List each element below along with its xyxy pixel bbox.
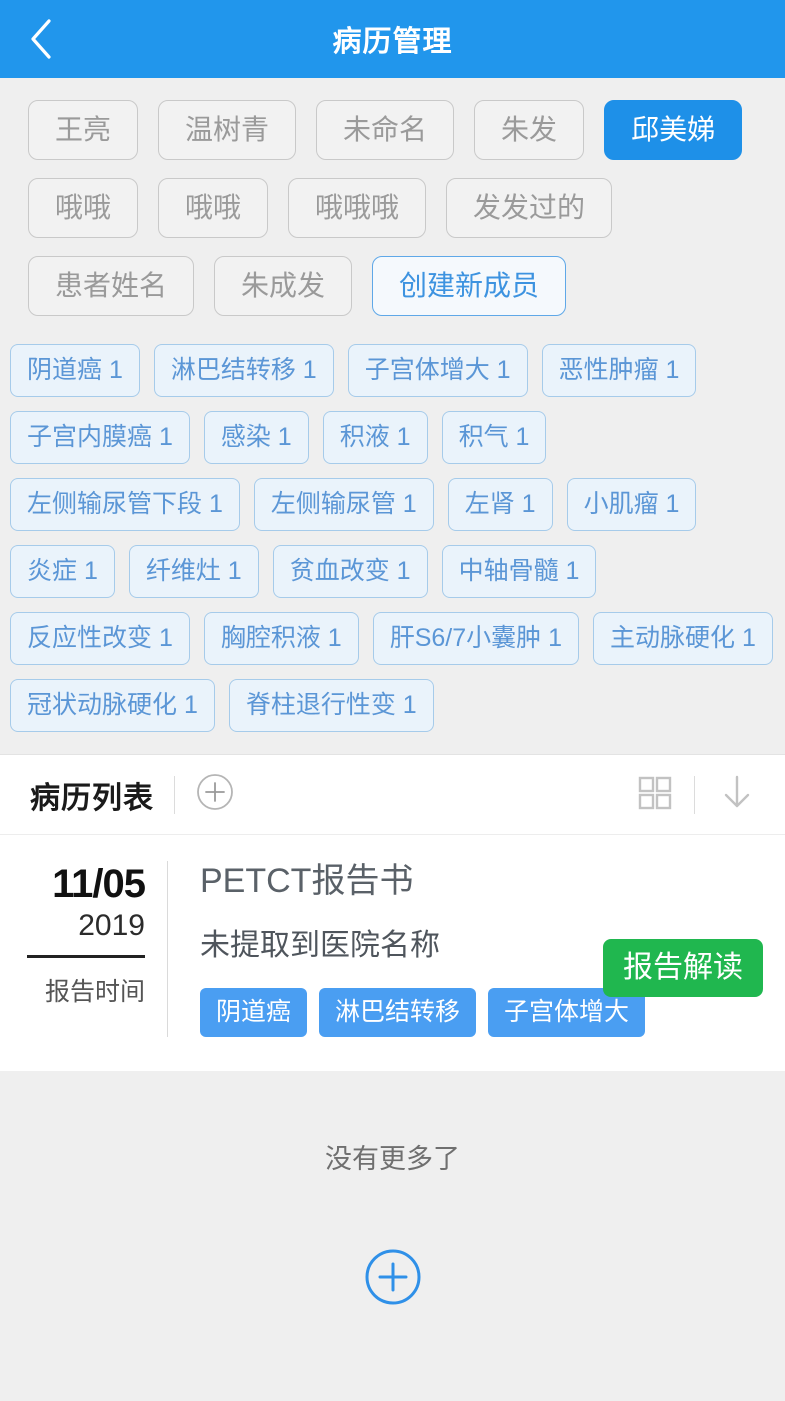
record-list-title: 病历列表 bbox=[30, 781, 154, 815]
grid-view-icon bbox=[634, 772, 674, 817]
patient-chip-list: 王亮 温树青 未命名 朱发 邱美娣 哦哦 哦哦 哦哦哦 发发过的 患者姓名 朱成… bbox=[0, 78, 785, 328]
record-time-label: 报告时间 bbox=[44, 977, 145, 1006]
record-body: PETCT报告书 未提取到医院名称 报告解读 阴道癌 淋巴结转移 子宫体增大 bbox=[168, 861, 785, 1037]
diagnosis-tag[interactable]: 贫血改变 1 bbox=[272, 545, 428, 598]
diagnosis-tag[interactable]: 积气 1 bbox=[441, 411, 547, 464]
diagnosis-tag[interactable]: 左肾 1 bbox=[447, 478, 553, 531]
diagnosis-tag[interactable]: 淋巴结转移 1 bbox=[153, 344, 334, 397]
diagnosis-tag[interactable]: 恶性肿瘤 1 bbox=[541, 344, 697, 397]
diagnosis-tag[interactable]: 小肌瘤 1 bbox=[566, 478, 697, 531]
sort-order-button[interactable] bbox=[715, 770, 759, 819]
divider bbox=[174, 775, 175, 814]
report-interpretation-button[interactable]: 报告解读 bbox=[603, 939, 763, 997]
diagnosis-tag[interactable]: 阴道癌 1 bbox=[10, 344, 140, 397]
no-more-text: 没有更多了 bbox=[325, 1143, 460, 1174]
add-record-fab[interactable] bbox=[362, 1246, 424, 1313]
diagnosis-tag[interactable]: 左侧输尿管 1 bbox=[253, 478, 434, 531]
page-title: 病历管理 bbox=[332, 26, 453, 58]
record-list-header: 病历列表 bbox=[0, 754, 785, 834]
create-new-member-button[interactable]: 创建新成员 bbox=[372, 256, 567, 316]
record-tag[interactable]: 淋巴结转移 bbox=[319, 987, 477, 1037]
patient-chip-ooo[interactable]: 哦哦哦 bbox=[288, 178, 427, 238]
grid-view-button[interactable] bbox=[634, 772, 674, 817]
diagnosis-tag[interactable]: 中轴骨髓 1 bbox=[441, 545, 597, 598]
diagnosis-tag[interactable]: 主动脉硬化 1 bbox=[593, 612, 773, 665]
plus-circle-icon bbox=[362, 1246, 424, 1313]
patient-chip-qiu-meidi[interactable]: 邱美娣 bbox=[604, 100, 743, 160]
diagnosis-tag[interactable]: 炎症 1 bbox=[10, 545, 115, 598]
diagnosis-tag[interactable]: 反应性改变 1 bbox=[10, 612, 190, 665]
patient-chip-wen-shuqing[interactable]: 温树青 bbox=[158, 100, 297, 160]
record-date-day: 11/05 bbox=[52, 862, 146, 906]
patient-chip-wang-liang[interactable]: 王亮 bbox=[28, 100, 139, 160]
back-button[interactable] bbox=[18, 16, 64, 62]
record-tag[interactable]: 阴道癌 bbox=[200, 987, 308, 1037]
diagnosis-tag[interactable]: 纤维灶 1 bbox=[128, 545, 259, 598]
patient-chip-patient-name[interactable]: 患者姓名 bbox=[28, 256, 195, 316]
diagnosis-tag[interactable]: 冠状动脉硬化 1 bbox=[10, 679, 215, 732]
diagnosis-tag[interactable]: 积液 1 bbox=[322, 411, 428, 464]
arrow-down-icon bbox=[715, 770, 759, 819]
patient-chip-zhu-fa[interactable]: 朱发 bbox=[474, 100, 585, 160]
diagnosis-tag[interactable]: 子宫体增大 1 bbox=[347, 344, 528, 397]
diagnosis-tag[interactable]: 左侧输尿管下段 1 bbox=[10, 478, 240, 531]
app-header: 病历管理 bbox=[0, 0, 785, 78]
record-card[interactable]: 11/05 2019 报告时间 PETCT报告书 未提取到医院名称 报告解读 阴… bbox=[0, 834, 785, 1071]
patient-chip-zhu-chengfa[interactable]: 朱成发 bbox=[214, 256, 353, 316]
record-date-block: 11/05 2019 报告时间 bbox=[0, 861, 168, 1037]
record-title: PETCT报告书 bbox=[200, 862, 414, 900]
chevron-left-icon bbox=[29, 18, 53, 60]
divider bbox=[694, 775, 695, 814]
patient-chip-oo-2[interactable]: 哦哦 bbox=[158, 178, 269, 238]
divider bbox=[27, 954, 145, 958]
diagnosis-tag-list: 阴道癌 1 淋巴结转移 1 子宫体增大 1 恶性肿瘤 1 子宫内膜癌 1 感染 … bbox=[0, 328, 785, 754]
list-footer: 没有更多了 bbox=[0, 1070, 785, 1401]
plus-circle-icon bbox=[195, 772, 235, 817]
record-date-year: 2019 bbox=[78, 909, 145, 942]
patient-chip-fafaguode[interactable]: 发发过的 bbox=[446, 178, 613, 238]
diagnosis-tag[interactable]: 肝S6/7小囊肿 1 bbox=[372, 612, 579, 665]
diagnosis-tag[interactable]: 子宫内膜癌 1 bbox=[10, 411, 190, 464]
add-record-button[interactable] bbox=[195, 772, 235, 817]
diagnosis-tag[interactable]: 胸腔积液 1 bbox=[203, 612, 359, 665]
patient-chip-oo-1[interactable]: 哦哦 bbox=[28, 178, 139, 238]
patient-chip-unnamed[interactable]: 未命名 bbox=[316, 100, 455, 160]
diagnosis-tag[interactable]: 脊柱退行性变 1 bbox=[228, 679, 434, 732]
diagnosis-tag[interactable]: 感染 1 bbox=[203, 411, 309, 464]
